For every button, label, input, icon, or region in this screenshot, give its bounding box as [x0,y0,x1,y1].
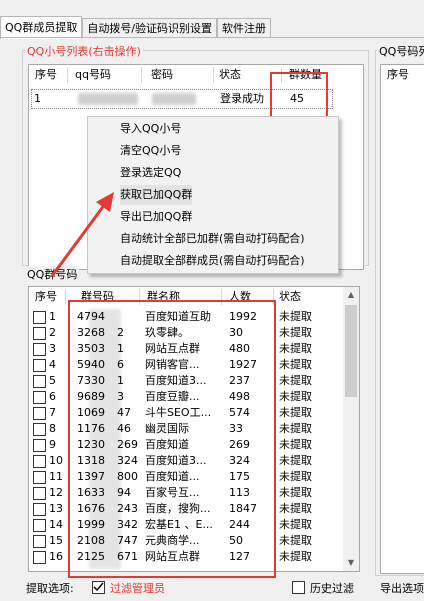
row-index: 16 [49,550,63,563]
row-index: 13 [49,502,63,515]
row-status: 未提取 [279,550,312,563]
row-checkbox[interactable] [33,455,46,468]
group-list-title: QQ群号码 [25,266,80,282]
scroll-down-icon[interactable]: ▼ [343,555,359,571]
col-header-index[interactable]: 序号 [35,287,57,307]
row-index: 12 [49,486,63,499]
row-status: 未提取 [279,502,312,515]
row-status: 未提取 [279,374,312,387]
row-checkbox[interactable] [33,391,46,404]
row-status: 未提取 [279,518,312,531]
col-header-status[interactable]: 状态 [219,65,241,85]
menu-item-get-joined-groups[interactable]: 获取已加QQ群 [120,185,193,205]
qq-code-list[interactable]: 序号 [380,64,424,574]
row-index: 6 [49,390,56,403]
check-icon [93,582,104,592]
col-header-qq[interactable]: qq号码 [75,65,111,85]
menu-item-export-joined-groups[interactable]: 导出已加QQ群 [120,207,192,227]
highlight-box-group-count [270,72,328,122]
row-status: 未提取 [279,390,312,403]
row-checkbox[interactable] [33,439,46,452]
row-status: 未提取 [279,310,312,323]
row-status: 未提取 [279,486,312,499]
row-index: 5 [49,374,56,387]
menu-item-auto-count-groups[interactable]: 自动统计全部已加群(需自动打码配合) [120,229,305,249]
qq-code-group-title: QQ号码列 [377,43,424,59]
row-status: 未提取 [279,358,312,371]
row-checkbox[interactable] [33,423,46,436]
row-checkbox[interactable] [33,551,46,564]
row-index: 8 [49,422,56,435]
col-separator [141,67,142,83]
tab-divider [0,37,424,38]
row-status: 未提取 [279,422,312,435]
col-separator [67,67,68,83]
scroll-up-icon[interactable]: ▲ [343,287,359,303]
menu-item-auto-extract-members[interactable]: 自动提取全部群成员(需自动打码配合) [120,251,305,271]
row-checkbox[interactable] [33,535,46,548]
row-index: 11 [49,470,63,483]
row-checkbox[interactable] [33,375,46,388]
menu-item-clear-qq[interactable]: 清空QQ小号 [120,141,181,161]
col-header-password[interactable]: 密码 [151,65,173,85]
row-index: 9 [49,438,56,451]
scrollbar-thumb[interactable] [345,305,357,397]
row-status: 未提取 [279,342,312,355]
row-checkbox[interactable] [33,407,46,420]
group-list-scrollbar[interactable]: ▲ ▼ [343,287,359,571]
col-separator [65,289,66,305]
col-header-index[interactable]: 序号 [387,65,409,85]
row-checkbox[interactable] [33,519,46,532]
tab-software-register[interactable]: 软件注册 [217,18,272,38]
filter-admin-label[interactable]: 过滤管理员 [110,580,165,596]
row-status: 未提取 [279,454,312,467]
col-header-index[interactable]: 序号 [35,65,57,85]
col-header-status[interactable]: 状态 [279,287,301,307]
row-status: 登录成功 [220,92,264,105]
row-index: 2 [49,326,56,339]
row-checkbox[interactable] [33,343,46,356]
row-index: 7 [49,406,56,419]
blurred-qq-number [78,93,138,105]
tab-qq-group-extract[interactable]: QQ群成员提取 [0,16,83,39]
row-index: 4 [49,358,56,371]
row-checkbox[interactable] [33,471,46,484]
row-index: 10 [49,454,63,467]
row-status: 未提取 [279,438,312,451]
row-index: 1 [34,92,41,105]
row-index: 3 [49,342,56,355]
context-menu: 导入QQ小号 清空QQ小号 登录选定QQ 获取已加QQ群 导出已加QQ群 自动统… [87,116,339,274]
extract-options-label: 提取选项: [26,582,74,595]
highlight-box-group-columns [68,300,276,578]
row-status: 未提取 [279,470,312,483]
row-status: 未提取 [279,406,312,419]
col-separator [213,67,214,83]
row-checkbox[interactable] [33,503,46,516]
history-filter-label[interactable]: 历史过滤 [310,580,354,596]
row-checkbox[interactable] [33,327,46,340]
row-checkbox[interactable] [33,487,46,500]
row-index: 1 [49,310,56,323]
blurred-password [152,93,196,105]
menu-item-import-qq[interactable]: 导入QQ小号 [120,119,181,139]
history-filter-checkbox[interactable] [292,581,305,594]
qq-account-group-title: QQ小号列表(右击操作) [25,43,143,59]
menu-item-login-selected-qq[interactable]: 登录选定QQ [120,163,181,183]
row-status: 未提取 [279,534,312,547]
row-checkbox[interactable] [33,359,46,372]
tab-dial-captcha-settings[interactable]: 自动拨号/验证码识别设置 [82,18,218,38]
row-status: 未提取 [279,326,312,339]
row-checkbox[interactable] [33,311,46,324]
tab-bar: QQ群成员提取 自动拨号/验证码识别设置 软件注册 [0,16,272,39]
export-options-label: 导出选项 [380,582,424,595]
row-index: 14 [49,518,63,531]
row-index: 15 [49,534,63,547]
